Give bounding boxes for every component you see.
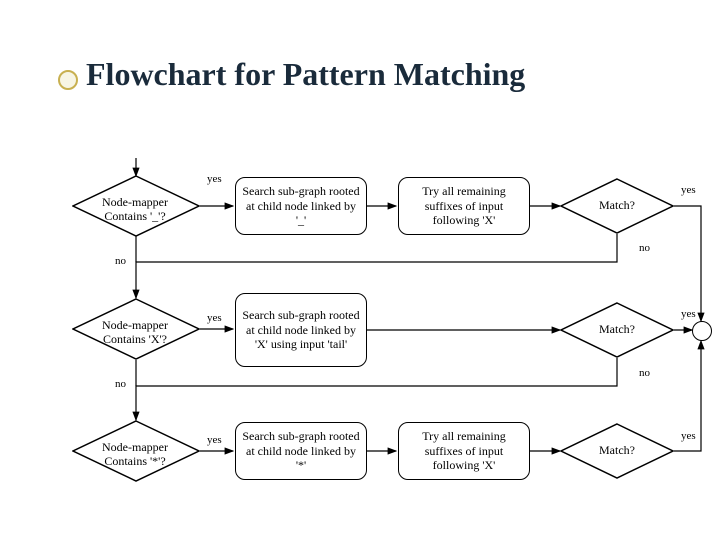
merge-connector: [692, 321, 712, 341]
label-yes: yes: [207, 434, 222, 446]
slide-bullet: [58, 70, 78, 90]
decision-x-label: Node-mapper Contains 'X'?: [85, 319, 185, 347]
process-try-suffixes-1: Try all remaining suffixes of input foll…: [398, 177, 530, 235]
process-search-star: Search sub-graph rooted at child node li…: [235, 422, 367, 480]
decision-match-3-label: Match?: [568, 444, 666, 458]
label-no: no: [639, 242, 650, 254]
decision-star-label: Node-mapper Contains '*'?: [85, 441, 185, 469]
label-no: no: [115, 378, 126, 390]
process-try-suffixes-2: Try all remaining suffixes of input foll…: [398, 422, 530, 480]
process-search-x: Search sub-graph rooted at child node li…: [235, 293, 367, 367]
label-yes: yes: [681, 430, 696, 442]
process-search-underscore: Search sub-graph rooted at child node li…: [235, 177, 367, 235]
label-yes: yes: [681, 308, 696, 320]
label-yes: yes: [681, 184, 696, 196]
decision-match-1-label: Match?: [568, 199, 666, 213]
label-yes: yes: [207, 173, 222, 185]
decision-match-2-label: Match?: [568, 323, 666, 337]
label-no: no: [639, 367, 650, 379]
label-yes: yes: [207, 312, 222, 324]
decision-underscore-label: Node-mapper Contains '_'?: [85, 196, 185, 224]
page-title: Flowchart for Pattern Matching: [86, 56, 525, 93]
label-no: no: [115, 255, 126, 267]
